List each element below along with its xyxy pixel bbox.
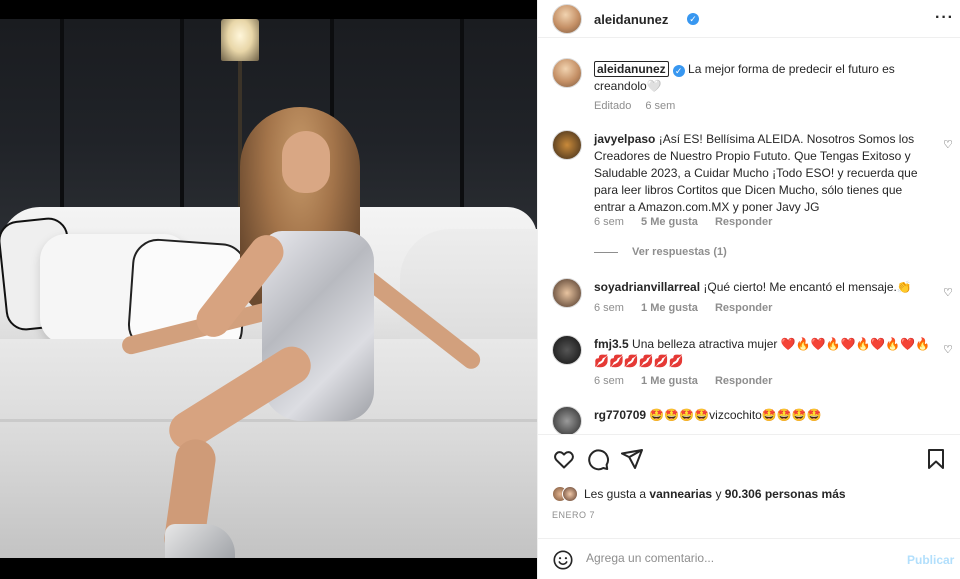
post-photo[interactable] — [0, 19, 537, 558]
caption-time: 6 sem — [645, 100, 676, 112]
more-options-icon[interactable]: ··· — [935, 9, 954, 27]
emoji-icon[interactable] — [552, 549, 574, 571]
caption-edited: Editado — [594, 100, 632, 112]
save-bookmark-icon[interactable] — [924, 447, 948, 471]
comment-username[interactable]: rg770709 — [594, 408, 646, 422]
post-header: aleidanunez ✓ ··· — [538, 0, 960, 38]
liker-avatar — [562, 486, 578, 502]
like-comment-heart-icon[interactable]: ♡ — [943, 343, 953, 356]
comment-username[interactable]: javyelpaso — [594, 132, 655, 146]
comment-likes-button[interactable]: 1 Me gusta — [641, 375, 698, 387]
reply-button[interactable]: Responder — [715, 302, 772, 314]
comment-likes-button[interactable]: 5 Me gusta — [641, 216, 698, 228]
comment-text: Una belleza atractiva mujer ❤️🔥❤️🔥❤️🔥❤️🔥… — [594, 337, 931, 368]
add-comment-bar: Publicar — [538, 538, 960, 579]
verified-badge-icon: ✓ — [687, 13, 699, 25]
like-comment-heart-icon[interactable]: ♡ — [943, 286, 953, 299]
comment-username[interactable]: soyadrianvillarreal — [594, 280, 700, 294]
comment-avatar[interactable] — [552, 406, 582, 434]
post-side-panel: aleidanunez ✓ ··· aleidanunez ✓ La mejor … — [537, 0, 960, 579]
comment-avatar[interactable] — [552, 130, 582, 160]
comment-likes-button[interactable]: 1 Me gusta — [641, 302, 698, 314]
comment-text: ¡Qué cierto! Me encantó el mensaje.👏 — [703, 280, 912, 294]
comment-input[interactable] — [586, 551, 886, 565]
view-replies-button[interactable]: Ver respuestas (1) — [594, 246, 727, 258]
reply-button[interactable]: Responder — [715, 216, 772, 228]
share-paper-plane-icon[interactable] — [620, 447, 644, 471]
comments-list[interactable]: aleidanunez ✓ La mejor forma de predecir … — [538, 38, 960, 434]
likes-summary[interactable]: Les gusta a vannearias y 90.306 personas… — [552, 484, 846, 504]
verified-badge-icon: ✓ — [672, 65, 685, 77]
comment-time: 6 sem — [594, 216, 624, 228]
comment-username[interactable]: fmj3.5 — [594, 337, 629, 351]
reply-button[interactable]: Responder — [715, 375, 772, 387]
caption-avatar[interactable] — [552, 58, 582, 88]
comment-avatar[interactable] — [552, 335, 582, 365]
comment-text: 🤩🤩🤩🤩vizcochito🤩🤩🤩🤩 — [649, 408, 822, 422]
comment-time: 6 sem — [594, 302, 624, 314]
author-avatar[interactable] — [552, 4, 582, 34]
post-photo-area — [0, 0, 537, 579]
comment-avatar[interactable] — [552, 278, 582, 308]
post-actions-bar — [538, 434, 960, 480]
post-modal: aleidanunez ✓ ··· aleidanunez ✓ La mejor … — [0, 0, 960, 579]
author-username[interactable]: aleidanunez — [594, 12, 668, 27]
comment-time: 6 sem — [594, 375, 624, 387]
publish-button[interactable]: Publicar — [907, 553, 954, 567]
like-heart-icon[interactable] — [552, 447, 576, 471]
post-date: ENERO 7 — [552, 510, 596, 520]
caption-username[interactable]: aleidanunez — [594, 61, 669, 77]
comment-bubble-icon[interactable] — [586, 447, 610, 471]
like-comment-heart-icon[interactable]: ♡ — [943, 138, 953, 151]
likes-count[interactable]: 90.306 personas más — [725, 487, 846, 501]
liker-username[interactable]: vannearias — [649, 487, 712, 501]
